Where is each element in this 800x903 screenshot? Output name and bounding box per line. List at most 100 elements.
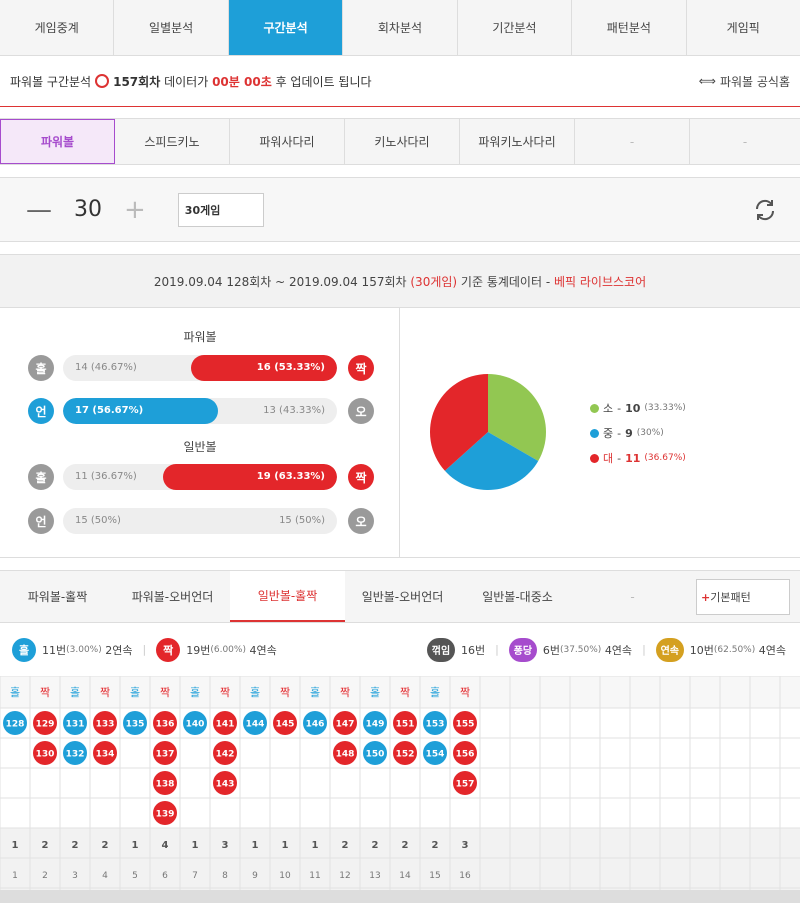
bar-track: 17 (56.67%) 13 (43.33%)	[63, 398, 337, 424]
tab-keno-ladder[interactable]: 키노사다리	[345, 119, 460, 164]
bar-track: 14 (46.67%) 16 (53.33%)	[63, 355, 337, 381]
odd-badge: 홀	[28, 464, 54, 490]
odd-pct: (3.00%)	[66, 644, 102, 655]
tab-speed-keno[interactable]: 스피드키노	[115, 119, 230, 164]
column-count: 4	[162, 840, 169, 851]
tab-nb-oddeven[interactable]: 일반볼-홀짝	[230, 571, 345, 622]
tab-pb-oddeven[interactable]: 파워볼-홀짝	[0, 571, 115, 622]
legend-value: 10	[625, 401, 641, 415]
streak-count: 10번	[689, 643, 714, 657]
clock-icon	[95, 74, 110, 88]
tab-nb-overunder[interactable]: 일반볼-오버언더	[345, 571, 460, 622]
result-number: 144	[246, 720, 265, 730]
stats-games: (30게임)	[410, 274, 458, 289]
increase-button[interactable]: +	[124, 195, 146, 225]
result-number: 132	[66, 750, 85, 760]
result-number: 149	[366, 720, 385, 730]
result-number: 128	[6, 720, 25, 730]
result-number: 143	[216, 780, 235, 790]
legend-label: 대	[603, 452, 614, 465]
tab-power-keno-ladder[interactable]: 파워키노사다리	[460, 119, 575, 164]
column-count: 1	[282, 840, 289, 851]
column-head: 홀	[430, 686, 440, 699]
tab-pattern-analysis[interactable]: 패턴분석	[572, 0, 687, 55]
tab-game-broadcast[interactable]: 게임중계	[0, 0, 115, 55]
tab-pb-overunder[interactable]: 파워볼-오버언더	[115, 571, 230, 622]
column-count: 1	[312, 840, 319, 851]
result-number: 134	[96, 750, 115, 760]
column-count: 2	[432, 840, 439, 851]
update-text2: 후 업데이트 됩니다	[275, 74, 372, 89]
game-count-select[interactable]: 30게임	[177, 192, 264, 227]
result-number: 146	[306, 720, 325, 730]
tab-nb-size[interactable]: 일반볼-대중소	[460, 571, 575, 622]
column-index: 13	[369, 871, 380, 881]
even-value: 19 (63.33%)	[256, 471, 325, 482]
game-count-value: 30	[74, 197, 102, 222]
column-index: 11	[309, 871, 320, 881]
legend-dot	[590, 403, 599, 413]
column-count: 2	[102, 840, 109, 851]
tab-power-ladder[interactable]: 파워사다리	[230, 119, 345, 164]
pong-count: 6번	[542, 643, 560, 657]
result-number: 145	[276, 720, 295, 730]
pong-circle: 퐁당	[508, 637, 537, 662]
turn-circle: 꺾임	[427, 637, 455, 662]
column-index: 5	[132, 871, 138, 881]
odd-value: 14 (46.67%)	[75, 362, 137, 373]
link-icon: ⟺	[698, 74, 716, 88]
column-head: 짝	[400, 686, 410, 699]
result-number: 152	[396, 750, 415, 760]
tab-powerball[interactable]: 파워볼	[0, 119, 115, 164]
column-index: 7	[192, 871, 198, 881]
official-home-link[interactable]: ⟺ 파워볼 공식홈	[699, 73, 790, 90]
update-game-title: 파워볼 구간분석	[10, 74, 92, 89]
tab-empty-2: -	[742, 134, 748, 149]
plus-icon: +	[701, 590, 711, 604]
result-number: 151	[396, 720, 415, 730]
result-number: 142	[216, 750, 235, 760]
stats-range: 2019.09.04 128회차 ~ 2019.09.04 157회차	[153, 274, 407, 289]
over-badge: 오	[348, 398, 374, 424]
column-count: 2	[402, 840, 409, 851]
tab-daily-analysis[interactable]: 일별분석	[114, 0, 229, 55]
turn-count: 16번	[461, 643, 486, 657]
official-home-label: 파워볼 공식홈	[719, 74, 790, 89]
legend-sep: -	[617, 426, 622, 440]
legend-medium: 중 - 9 (30%)	[590, 425, 664, 441]
odd-value: 11 (36.67%)	[75, 471, 137, 482]
refresh-icon[interactable]	[752, 197, 778, 223]
update-countdown: 00분 00초	[212, 74, 272, 89]
tab-period-analysis[interactable]: 기간분석	[458, 0, 573, 55]
legend-dot	[590, 428, 599, 438]
column-count: 2	[72, 840, 79, 851]
column-head: 홀	[70, 686, 80, 699]
tab-game-pick[interactable]: 게임픽	[687, 0, 800, 55]
column-count: 3	[462, 840, 469, 851]
update-text: 데이터가	[164, 74, 209, 89]
under-badge: 언	[28, 398, 54, 424]
even-badge: 짝	[348, 464, 374, 490]
odd-circle: 홀	[12, 637, 36, 662]
tab-range-analysis[interactable]: 구간분석	[228, 0, 344, 55]
result-number: 150	[366, 750, 385, 760]
column-count: 2	[42, 840, 49, 851]
column-index: 16	[459, 871, 471, 881]
normalball-underover-bar: 언 15 (50%) 15 (50%) 오	[28, 508, 374, 534]
legend-label: 소	[603, 402, 614, 415]
scrollbar[interactable]	[0, 890, 800, 903]
decrease-button[interactable]: —	[26, 195, 52, 225]
tab-round-analysis[interactable]: 회차분석	[343, 0, 458, 55]
column-head: 홀	[190, 686, 200, 699]
update-round: 157회차	[113, 74, 161, 89]
basic-pattern-button[interactable]: + 기본패턴	[696, 579, 790, 615]
even-circle: 짝	[156, 637, 181, 662]
result-number: 141	[216, 720, 235, 730]
column-head: 홀	[130, 686, 140, 699]
powerball-underover-bar: 언 17 (56.67%) 13 (43.33%) 오	[28, 398, 374, 424]
game-count-control: — 30 + 30게임	[0, 177, 800, 242]
basic-pattern-label: 기본패턴	[710, 591, 751, 604]
over-value: 15 (50%)	[279, 515, 325, 526]
column-count: 3	[222, 840, 229, 851]
column-count: 1	[252, 840, 259, 851]
